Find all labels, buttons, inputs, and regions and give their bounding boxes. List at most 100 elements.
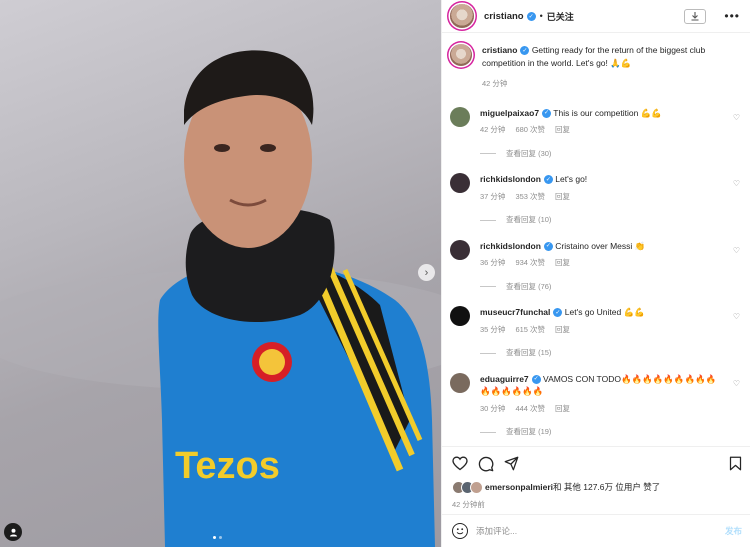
reply-button[interactable]: 回复 bbox=[555, 124, 570, 137]
comment-like-count[interactable]: 353 次赞 bbox=[515, 191, 545, 204]
likes-count-text[interactable]: 和 其他 127.6万 位用户 赞了 bbox=[553, 481, 660, 493]
reply-button[interactable]: 回复 bbox=[555, 403, 570, 416]
comment-like-heart-icon[interactable]: ♡ bbox=[733, 179, 740, 188]
commenter-avatar[interactable] bbox=[450, 372, 470, 393]
comment-like-count[interactable]: 444 次赞 bbox=[515, 403, 545, 416]
player-illustration: Tezos bbox=[0, 50, 441, 547]
liker-avatar[interactable] bbox=[470, 480, 483, 494]
comment-like-heart-icon[interactable]: ♡ bbox=[733, 113, 740, 122]
comment-body: richkidslondon ✓ Cristaino over Messi 👏 3… bbox=[480, 240, 720, 294]
comment-item: miguelpaixao7 ✓ This is our competition 💪… bbox=[450, 106, 740, 161]
liker-avatars bbox=[452, 480, 483, 494]
verified-icon: ✓ bbox=[531, 374, 541, 384]
view-replies-button[interactable]: 查看回复 (19) bbox=[480, 426, 720, 439]
comment-meta: 37 分钟 353 次赞 回复 bbox=[480, 191, 720, 204]
commenter-username[interactable]: richkidslondon bbox=[480, 174, 541, 184]
commenter-avatar[interactable] bbox=[450, 173, 470, 193]
comment-item: museucr7funchal ✓ Let's go United 💪💪 35 分… bbox=[450, 306, 740, 360]
comment-meta: 35 分钟 615 次赞 回复 bbox=[480, 324, 720, 337]
verified-icon: ✓ bbox=[543, 175, 553, 185]
verified-icon: ✓ bbox=[543, 241, 553, 251]
commenter-username[interactable]: richkidslondon bbox=[480, 241, 541, 251]
comment-text: This is our competition 💪💪 bbox=[553, 107, 662, 118]
replies-line bbox=[480, 153, 496, 155]
comment-meta: 42 分钟 680 次赞 回复 bbox=[480, 124, 720, 137]
carousel-indicator bbox=[213, 536, 222, 539]
first-liker-username[interactable]: emersonpalmieri bbox=[485, 482, 553, 492]
share-paper-plane-icon[interactable] bbox=[504, 456, 519, 471]
reply-button[interactable]: 回复 bbox=[555, 257, 570, 270]
author-avatar[interactable] bbox=[450, 4, 474, 28]
verified-icon: ✓ bbox=[553, 308, 563, 318]
author-username[interactable]: cristiano bbox=[484, 11, 524, 22]
comment-like-count[interactable]: 680 次赞 bbox=[515, 124, 545, 137]
comment-input[interactable]: 添加评论... bbox=[476, 525, 725, 537]
view-replies-button[interactable]: 查看回复 (76) bbox=[480, 281, 720, 294]
commenter-avatar[interactable] bbox=[450, 106, 470, 127]
tagged-users-button[interactable] bbox=[4, 523, 22, 541]
comment-text: Let's go United 💪💪 bbox=[564, 307, 645, 317]
caption-time: 42 分钟 bbox=[482, 79, 508, 88]
commenter-avatar[interactable] bbox=[450, 306, 470, 326]
replies-line bbox=[480, 219, 496, 221]
comment-item: eduaguirre7 ✓ VAMOS CON TODO🔥🔥🔥🔥🔥🔥🔥🔥🔥🔥🔥🔥🔥… bbox=[450, 372, 740, 439]
comment-like-count[interactable]: 615 次赞 bbox=[515, 324, 545, 337]
commenter-username[interactable]: museucr7funchal bbox=[480, 307, 550, 317]
commenter-avatar[interactable] bbox=[450, 239, 470, 260]
comment-like-heart-icon[interactable]: ♡ bbox=[733, 379, 740, 388]
carousel-dot bbox=[219, 536, 222, 539]
comment-item: richkidslondon ✓ Cristaino over Messi 👏 3… bbox=[450, 239, 740, 294]
view-replies-button[interactable]: 查看回复 (15) bbox=[480, 347, 720, 360]
comment-time: 42 分钟 bbox=[480, 125, 506, 134]
like-heart-icon[interactable] bbox=[452, 456, 468, 471]
caption-body: cristiano ✓ Getting ready for the return … bbox=[482, 44, 722, 91]
more-options-icon[interactable]: ••• bbox=[724, 9, 740, 23]
view-replies-label: 查看回复 (30) bbox=[506, 148, 552, 158]
comment-body: museucr7funchal ✓ Let's go United 💪💪 35 分… bbox=[480, 306, 720, 360]
action-bar bbox=[442, 446, 750, 480]
post-comment-button[interactable]: 发布 bbox=[725, 525, 742, 537]
download-icon bbox=[691, 12, 699, 21]
bookmark-icon[interactable] bbox=[729, 456, 742, 471]
comment-time: 36 分钟 bbox=[480, 258, 506, 267]
comment-time: 35 分钟 bbox=[480, 324, 506, 334]
caption: cristiano ✓ Getting ready for the return … bbox=[450, 44, 740, 91]
view-replies-button[interactable]: 查看回复 (10) bbox=[480, 214, 720, 227]
comment-like-count[interactable]: 934 次赞 bbox=[515, 257, 545, 270]
verified-icon: ✓ bbox=[542, 108, 552, 118]
comment-text: Cristaino over Messi 👏 bbox=[555, 240, 646, 251]
smiley-face-icon bbox=[456, 528, 464, 535]
view-replies-button[interactable]: 查看回复 (30) bbox=[480, 148, 720, 161]
comment-bubble-icon[interactable] bbox=[478, 456, 494, 472]
comment-like-heart-icon[interactable]: ♡ bbox=[733, 246, 740, 255]
commenter-username[interactable]: eduaguirre7 bbox=[480, 374, 529, 384]
download-button[interactable] bbox=[684, 8, 707, 24]
comment-body: richkidslondon ✓ Let's go! 37 分钟 353 次赞 回… bbox=[480, 173, 720, 227]
post-timestamp: 42 分钟前 bbox=[452, 500, 485, 509]
shirt-sponsor-text: Tezos bbox=[175, 445, 280, 487]
post-photo[interactable]: Tezos › bbox=[0, 0, 441, 547]
reply-button[interactable]: 回复 bbox=[555, 324, 570, 337]
comment-meta: 30 分钟 444 次赞 回复 bbox=[480, 403, 720, 416]
verified-icon: ✓ bbox=[520, 46, 530, 56]
commenter-username[interactable]: miguelpaixao7 bbox=[480, 108, 539, 118]
comment-like-heart-icon[interactable]: ♡ bbox=[733, 312, 740, 321]
verified-icon: ✓ bbox=[526, 11, 536, 21]
caption-author-avatar[interactable] bbox=[450, 44, 472, 66]
comments-list: cristiano ✓ Getting ready for the return … bbox=[442, 33, 750, 446]
instagram-post-dialog: Tezos › cristiano ✓ • 已关注 ••• cristiano … bbox=[0, 0, 750, 547]
comment-time: 30 分钟 bbox=[480, 403, 506, 413]
view-replies-label: 查看回复 (10) bbox=[506, 215, 552, 224]
caption-username[interactable]: cristiano bbox=[482, 45, 517, 55]
post-side-panel: cristiano ✓ • 已关注 ••• cristiano ✓ Getting… bbox=[441, 0, 750, 547]
comment-rows: miguelpaixao7 ✓ This is our competition 💪… bbox=[450, 106, 740, 439]
comment-item: richkidslondon ✓ Let's go! 37 分钟 353 次赞 回… bbox=[450, 173, 740, 227]
emoji-icon[interactable] bbox=[452, 523, 468, 539]
reply-button[interactable]: 回复 bbox=[555, 191, 570, 204]
comment-time: 37 分钟 bbox=[480, 191, 506, 201]
comment-text: Let's go! bbox=[555, 174, 588, 184]
replies-line bbox=[480, 286, 496, 288]
comment-body: eduaguirre7 ✓ VAMOS CON TODO🔥🔥🔥🔥🔥🔥🔥🔥🔥🔥🔥🔥🔥… bbox=[480, 373, 720, 439]
next-slide-button[interactable]: › bbox=[418, 264, 435, 281]
follow-status-button[interactable]: 已关注 bbox=[547, 10, 574, 23]
